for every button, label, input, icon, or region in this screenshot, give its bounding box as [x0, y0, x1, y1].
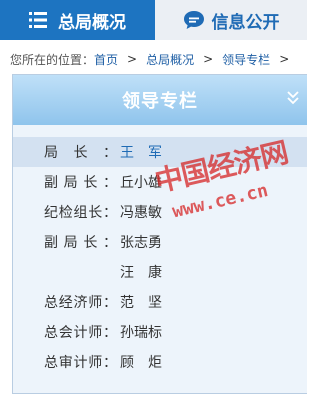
- breadcrumb-separator: >: [279, 52, 290, 66]
- leader-role: 总审计师：: [44, 355, 117, 371]
- leader-row[interactable]: 汪 康: [13, 257, 307, 287]
- leader-row[interactable]: 纪检组长： 冯惠敏: [13, 197, 307, 227]
- leader-role: 局长：: [44, 145, 117, 161]
- leader-name[interactable]: 丘小雄: [120, 172, 162, 192]
- leader-name[interactable]: 张志勇: [120, 232, 162, 252]
- tab-overview[interactable]: 总局概况: [0, 0, 155, 40]
- leader-name[interactable]: 孙瑞标: [120, 322, 162, 342]
- breadcrumb-separator: >: [203, 52, 214, 66]
- leader-row[interactable]: 副局长： 张志勇: [13, 227, 307, 257]
- leader-role: 总会计师：: [44, 325, 117, 341]
- leader-role: 副局长：: [44, 235, 117, 251]
- breadcrumb-link-leaders[interactable]: 领导专栏: [222, 51, 270, 68]
- leader-name[interactable]: 汪 康: [120, 262, 162, 282]
- chat-bubble-icon: [183, 11, 204, 29]
- breadcrumb-prefix: 您所在的位置：: [10, 52, 95, 67]
- leader-role: 副局长：: [44, 175, 117, 191]
- breadcrumb-link-overview[interactable]: 总局概况: [146, 51, 194, 68]
- tab-info-disclosure[interactable]: 信息公开: [155, 0, 307, 40]
- double-chevron-down-icon[interactable]: [287, 91, 299, 105]
- leader-name[interactable]: 范 坚: [120, 292, 162, 312]
- breadcrumb-separator: >: [127, 52, 138, 66]
- leader-role: 纪检组长：: [44, 205, 117, 221]
- leader-list: 局长： 王 军 副局长： 丘小雄 纪检组长： 冯惠敏 副局长： 张志勇 汪 康 …: [13, 137, 307, 377]
- leader-name[interactable]: 顾 炬: [120, 352, 162, 372]
- top-tab-bar: 总局概况 信息公开: [0, 0, 307, 40]
- leader-row[interactable]: 总审计师： 顾 炬: [13, 347, 307, 377]
- leaders-panel: 领导专栏 局长： 王 军 副局长： 丘小雄 纪检组长： 冯惠敏 副局长： 张志勇…: [12, 74, 307, 394]
- leader-name[interactable]: 冯惠敏: [120, 202, 162, 222]
- leader-row[interactable]: 局长： 王 军: [13, 137, 307, 167]
- leader-role: 总经济师：: [44, 295, 117, 311]
- panel-title: 领导专栏: [122, 91, 198, 112]
- breadcrumb-link-home[interactable]: 首页: [94, 51, 118, 68]
- leader-row[interactable]: 总经济师： 范 坚: [13, 287, 307, 317]
- tab-info-disclosure-label: 信息公开: [211, 12, 280, 33]
- leader-row[interactable]: 总会计师： 孙瑞标: [13, 317, 307, 347]
- breadcrumb: 您所在的位置： 首页 > 总局概况 > 领导专栏 >: [0, 44, 307, 74]
- leader-name[interactable]: 王 军: [120, 142, 162, 162]
- tab-overview-label: 总局概况: [58, 12, 126, 33]
- menu-list-icon: [29, 12, 47, 28]
- panel-header[interactable]: 领导专栏: [13, 75, 307, 125]
- leader-row[interactable]: 副局长： 丘小雄: [13, 167, 307, 197]
